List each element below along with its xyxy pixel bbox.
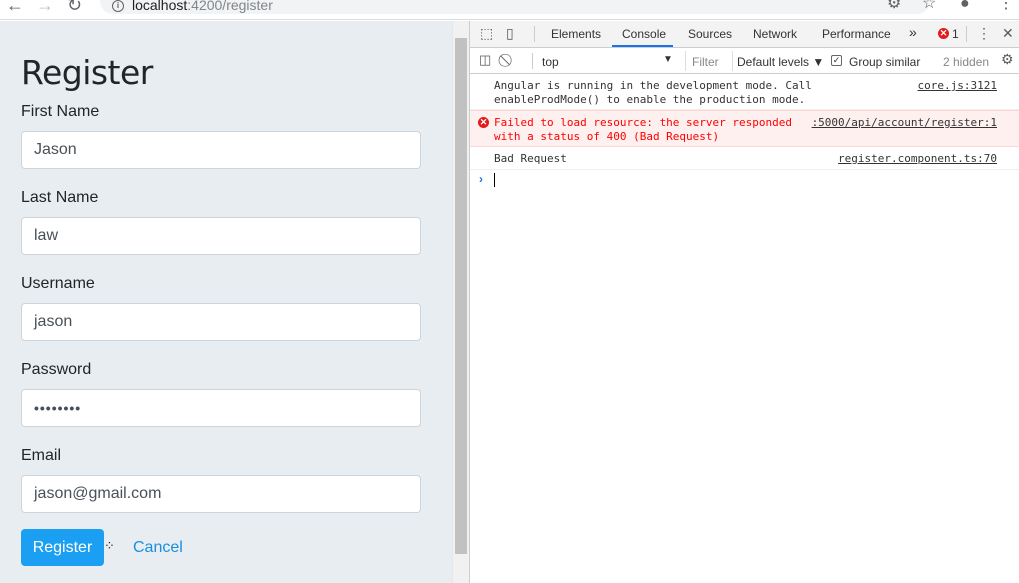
devtools-menu-icon[interactable]: ⋮ bbox=[977, 25, 991, 42]
console-message: Angular is running in the development mo… bbox=[470, 74, 1019, 110]
error-count[interactable]: 1 bbox=[952, 27, 959, 41]
browser-toolbar: ← → ↻ i localhost:4200/register ⚙ ☆ ● ⋮ bbox=[0, 0, 1019, 20]
email-label: Email bbox=[21, 447, 62, 464]
error-icon: ✕ bbox=[478, 117, 489, 128]
message-line: with a status of 400 (Bad Request) bbox=[494, 129, 720, 143]
error-badge-icon[interactable]: ✕ bbox=[938, 28, 949, 39]
console-error-message: ✕ Failed to load resource: the server re… bbox=[470, 110, 1019, 147]
log-levels-dropdown[interactable]: Default levels ▼ bbox=[737, 55, 824, 69]
device-toolbar-icon[interactable]: ▯ bbox=[506, 25, 514, 42]
back-icon[interactable]: ← bbox=[6, 0, 24, 14]
divider bbox=[532, 53, 533, 69]
tab-elements[interactable]: Elements bbox=[551, 27, 601, 41]
info-icon[interactable]: i bbox=[112, 0, 124, 12]
address-bar[interactable]: i localhost:4200/register bbox=[100, 0, 930, 14]
busy-cursor-icon: ⁘ bbox=[104, 538, 115, 553]
bookmark-star-icon[interactable]: ☆ bbox=[922, 0, 936, 13]
scroll-thumb[interactable] bbox=[455, 38, 467, 554]
tab-performance[interactable]: Performance bbox=[822, 27, 891, 41]
menu-kebab-icon[interactable]: ⋮ bbox=[998, 0, 1014, 13]
source-link[interactable]: core.js:3121 bbox=[918, 79, 997, 93]
inspect-element-icon[interactable]: ⬚ bbox=[480, 25, 493, 42]
console-messages: Angular is running in the development mo… bbox=[470, 74, 1019, 190]
prompt-chevron-icon: › bbox=[479, 171, 483, 186]
password-label: Password bbox=[21, 361, 92, 378]
url-host: localhost bbox=[132, 0, 188, 13]
console-settings-gear-icon[interactable]: ⚙ bbox=[1001, 51, 1014, 68]
message-line: enableProdMode() to enable the productio… bbox=[494, 92, 806, 106]
filter-input[interactable]: Filter bbox=[685, 51, 733, 71]
profile-icon[interactable]: ● bbox=[960, 0, 970, 13]
tab-sources[interactable]: Sources bbox=[688, 27, 732, 41]
reload-icon[interactable]: ↻ bbox=[67, 0, 82, 14]
forward-icon[interactable]: → bbox=[36, 0, 54, 14]
last-name-label: Last Name bbox=[21, 189, 99, 206]
sidebar-toggle-icon[interactable]: ◫ bbox=[479, 52, 491, 68]
group-similar-checkbox[interactable]: ✓ bbox=[831, 55, 842, 66]
divider bbox=[966, 26, 967, 42]
first-name-input[interactable]: Jason bbox=[21, 131, 421, 169]
last-name-input[interactable]: law bbox=[21, 217, 421, 255]
url-text: localhost:4200/register bbox=[132, 0, 273, 13]
more-tabs-icon[interactable]: » bbox=[909, 24, 917, 40]
email-input[interactable]: jason@gmail.com bbox=[21, 475, 421, 513]
console-message: Bad Request register.component.ts:70 bbox=[470, 147, 1019, 170]
source-link[interactable]: :5000/api/account/register:1 bbox=[812, 116, 997, 130]
devtools-panel: ⬚ ▯ Elements Console Sources Network Per… bbox=[469, 21, 1019, 583]
tab-network[interactable]: Network bbox=[753, 27, 797, 41]
hidden-count: 2 hidden bbox=[943, 55, 990, 69]
register-button[interactable]: Register bbox=[21, 529, 104, 566]
close-devtools-icon[interactable]: ✕ bbox=[1002, 25, 1014, 42]
page-title: Register bbox=[21, 53, 153, 92]
group-similar-label: Group similar bbox=[849, 55, 921, 69]
username-input[interactable]: jason bbox=[21, 303, 421, 341]
text-caret bbox=[494, 172, 495, 187]
source-link[interactable]: register.component.ts:70 bbox=[838, 152, 997, 166]
chevron-down-icon[interactable]: ▼ bbox=[663, 54, 673, 65]
console-toolbar: ◫ ⃠ top ▼ Filter Default levels ▼ ✓ Grou… bbox=[470, 48, 1019, 74]
cancel-button[interactable]: Cancel bbox=[133, 539, 183, 557]
username-label: Username bbox=[21, 275, 95, 292]
register-page: Register First Name Jason Last Name law … bbox=[0, 21, 452, 583]
password-input[interactable]: •••••••• bbox=[21, 389, 421, 427]
extension-icon[interactable]: ⚙ bbox=[887, 0, 901, 13]
first-name-label: First Name bbox=[21, 103, 100, 120]
active-tab-indicator bbox=[612, 45, 673, 47]
console-prompt[interactable]: › bbox=[470, 170, 1019, 190]
tab-console[interactable]: Console bbox=[622, 27, 666, 41]
divider bbox=[534, 26, 535, 42]
url-path: :4200/register bbox=[187, 0, 273, 13]
devtools-tab-bar: ⬚ ▯ Elements Console Sources Network Per… bbox=[470, 21, 1019, 48]
context-selector[interactable]: top bbox=[542, 55, 559, 69]
page-scrollbar[interactable] bbox=[452, 21, 469, 583]
